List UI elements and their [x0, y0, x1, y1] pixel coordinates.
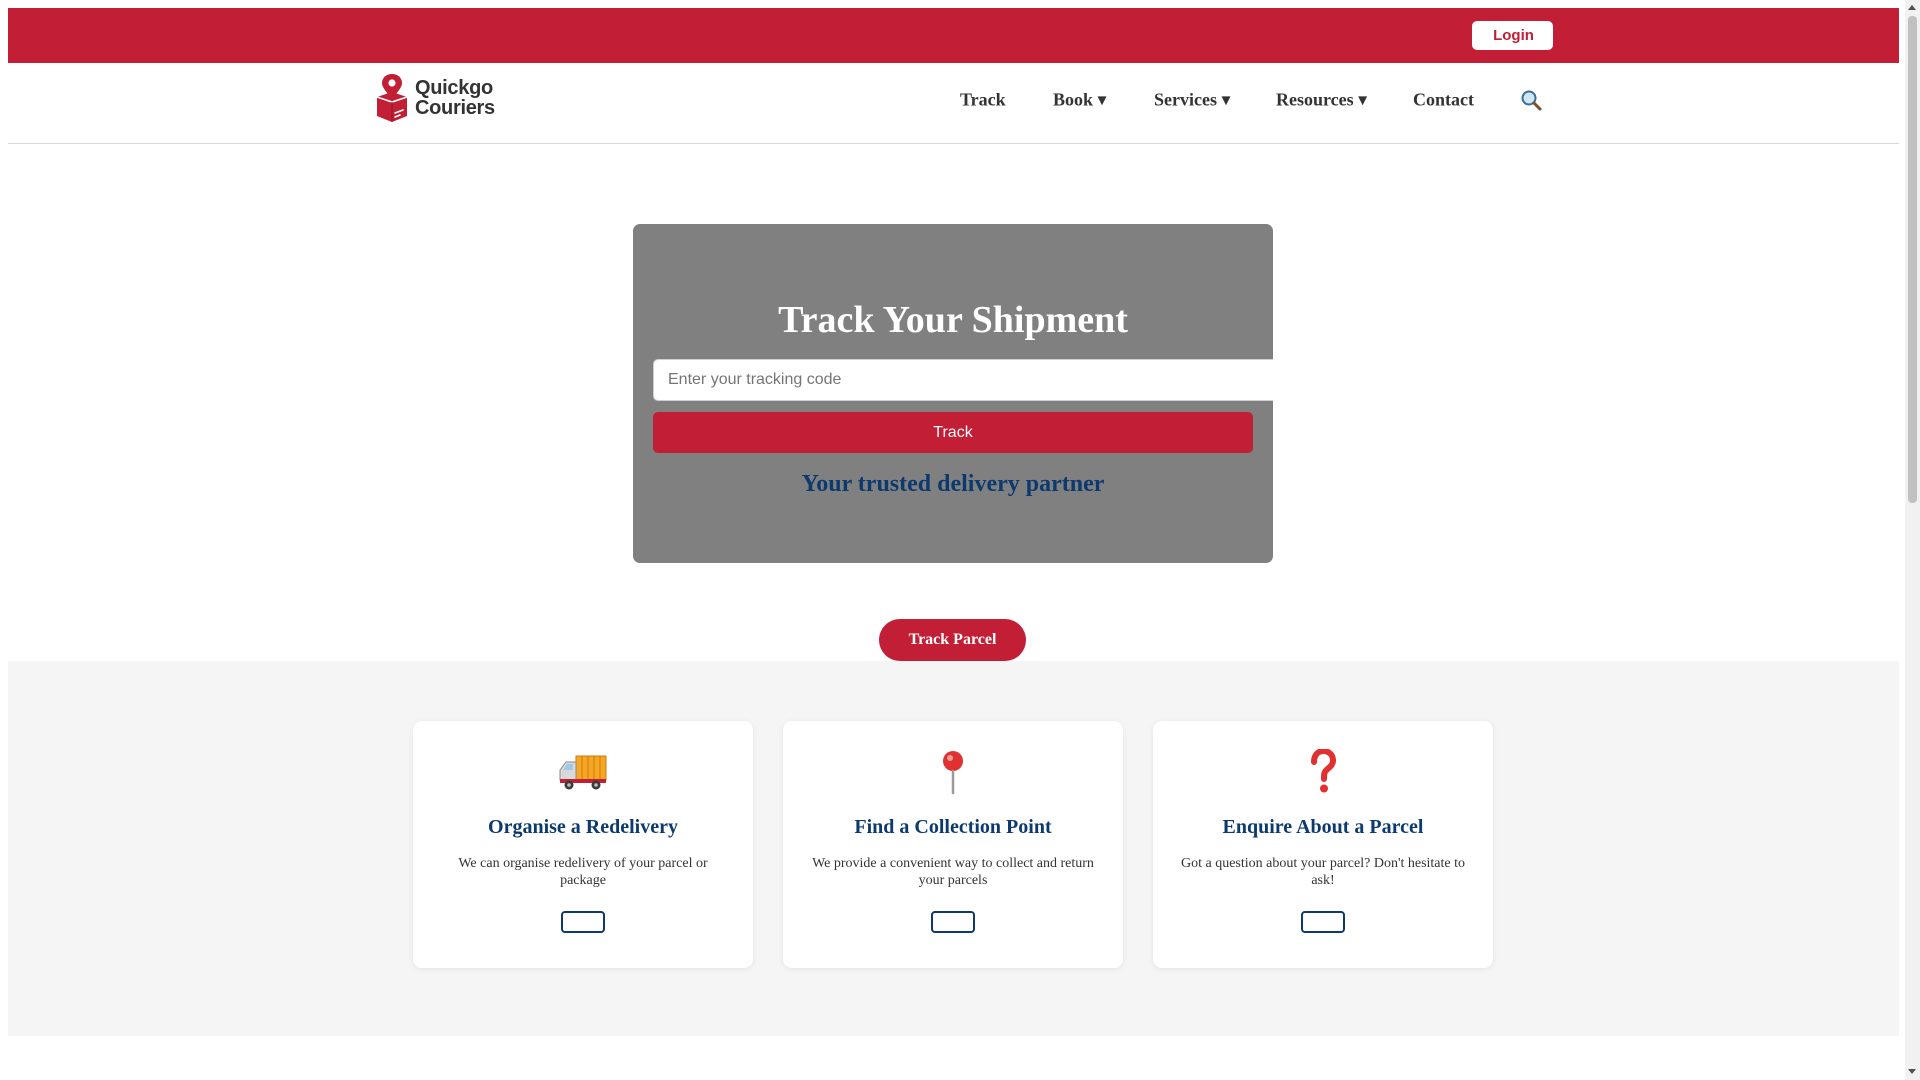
tracking-hero: Track Your Shipment Track Your trusted d…: [633, 224, 1273, 563]
main-navigation: Quickgo Couriers Track Book ▾ Services ▾…: [8, 63, 1899, 144]
card-description: We can organise redelivery of your parce…: [458, 856, 708, 888]
delivery-truck-icon: [413, 749, 753, 795]
brand-name: Quickgo Couriers: [415, 78, 495, 118]
card-title: Enquire About a Parcel: [1222, 816, 1424, 838]
question-mark-icon-graphic: [1311, 749, 1337, 793]
page: Login Quickgo Couriers Track Book ▾ Serv…: [8, 8, 1899, 1080]
nav-book[interactable]: Book ▾: [1053, 90, 1107, 111]
track-parcel-button[interactable]: Track Parcel: [879, 619, 1026, 661]
top-bar: Login: [8, 8, 1899, 63]
service-card-redelivery: Organise a Redelivery We can organise re…: [413, 721, 753, 968]
question-mark-icon: [1153, 749, 1493, 795]
collection-point-button[interactable]: [931, 911, 975, 933]
scroll-up-arrow-icon[interactable]: [1908, 5, 1916, 10]
delivery-truck-icon-graphic: [559, 755, 607, 790]
login-button[interactable]: Login: [1472, 21, 1553, 50]
search-icon[interactable]: [1519, 88, 1543, 112]
location-pin-icon-graphic: [943, 751, 963, 795]
hero-tagline: Your trusted delivery partner: [801, 471, 1105, 497]
hero-title: Track Your Shipment: [778, 299, 1128, 341]
page-scrollbar[interactable]: [1905, 0, 1920, 1080]
scroll-down-arrow-icon[interactable]: [1908, 1069, 1916, 1074]
enquiry-button[interactable]: [1301, 911, 1345, 933]
services-section: Organise a Redelivery We can organise re…: [8, 661, 1899, 1036]
track-submit-button[interactable]: Track: [653, 412, 1253, 453]
brand-name-line2: Couriers: [415, 97, 495, 119]
brand-logo[interactable]: Quickgo Couriers: [375, 72, 505, 124]
card-description: Got a question about your parcel? Don't …: [1181, 856, 1465, 888]
redelivery-button[interactable]: [561, 911, 605, 933]
service-card-collection-point: Find a Collection Point We provide a con…: [783, 721, 1123, 968]
location-pin-icon: [783, 749, 1123, 795]
tracking-code-input[interactable]: [653, 359, 1273, 401]
card-title: Find a Collection Point: [854, 816, 1052, 838]
map-pin-box-icon: [376, 74, 408, 122]
card-title: Organise a Redelivery: [488, 816, 678, 838]
nav-services[interactable]: Services ▾: [1154, 90, 1231, 111]
card-description: We provide a convenient way to collect a…: [812, 856, 1094, 888]
nav-track[interactable]: Track: [960, 90, 1006, 111]
brand-name-line1: Quickgo: [415, 77, 493, 99]
nav-resources[interactable]: Resources ▾: [1276, 90, 1367, 111]
service-card-enquiry: Enquire About a Parcel Got a question ab…: [1153, 721, 1493, 968]
nav-contact[interactable]: Contact: [1413, 90, 1474, 111]
scroll-thumb[interactable]: [1908, 16, 1917, 503]
